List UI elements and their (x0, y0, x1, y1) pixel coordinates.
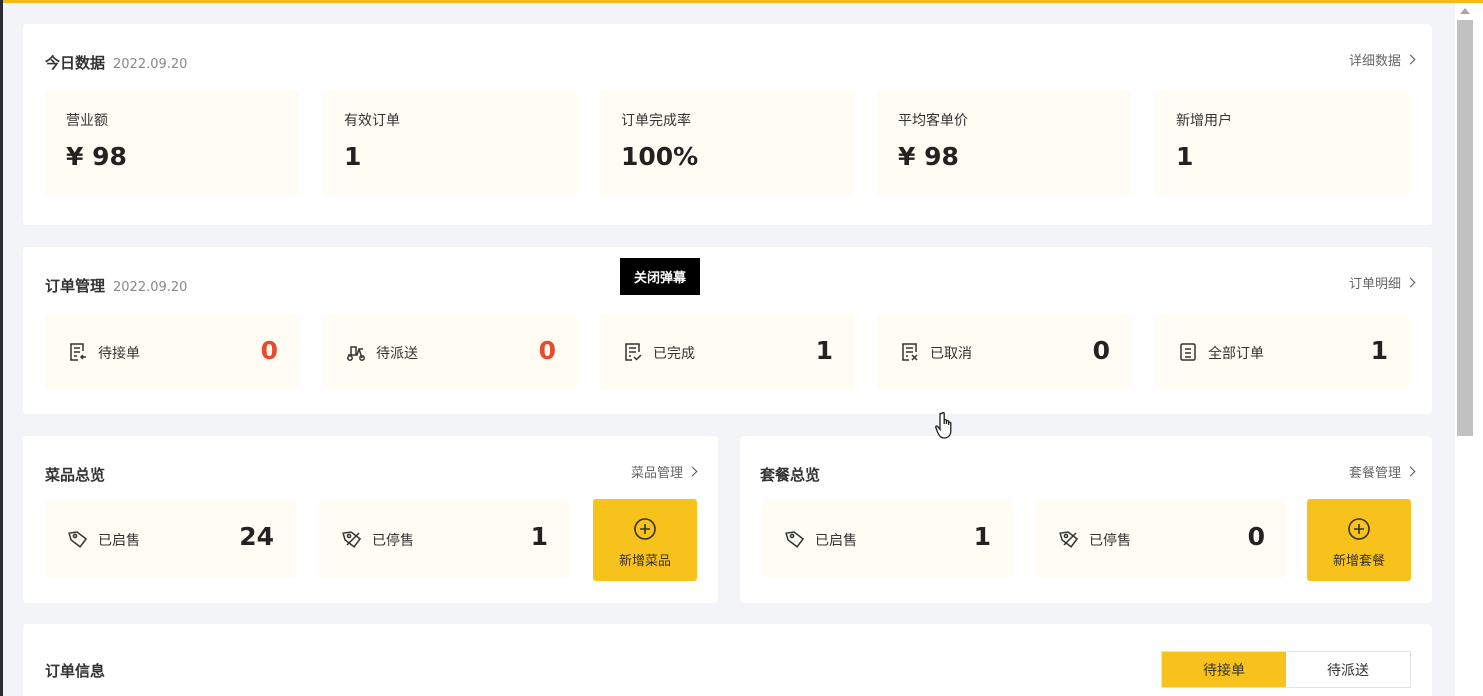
tab-pending-accept[interactable]: 待接单 (1162, 652, 1286, 687)
top-accent-bar (0, 0, 1483, 3)
add-dish-label[interactable]: 新增菜品 (593, 550, 697, 569)
order-list-icon (1180, 343, 1196, 361)
order-pending-delivery[interactable]: 待派送 0 (323, 314, 578, 390)
combo-management-link[interactable]: 套餐管理 (1349, 462, 1416, 481)
order-cancelled-icon (902, 343, 918, 361)
plus-circle-icon (634, 518, 656, 540)
order-status-count: 0 (1092, 336, 1110, 365)
stat-new-users: 新增用户 1 (1155, 90, 1409, 196)
order-title-text: 订单管理 (45, 277, 106, 295)
order-cancelled[interactable]: 已取消 0 (877, 314, 1132, 390)
tab-pending-delivery[interactable]: 待派送 (1286, 652, 1410, 687)
order-accept-icon (70, 343, 86, 361)
dish-overview-card: 菜品总览 菜品管理 已启售 24 已停售 1 新增菜品 (23, 436, 718, 603)
combo-status-count: 1 (973, 522, 991, 551)
order-completed[interactable]: 已完成 1 (600, 314, 855, 390)
stat-value: ¥ 98 (66, 142, 127, 171)
tag-icon (68, 531, 88, 548)
order-management-card: 订单管理 2022.09.20 订单明细 待接单 0 待派送 0 已完成 1 已取… (23, 247, 1432, 414)
order-status-count: 0 (260, 336, 278, 365)
chevron-right-icon (687, 466, 698, 477)
add-dish-button[interactable]: 新增菜品 (593, 499, 697, 581)
stat-completion-rate: 订单完成率 100% (600, 90, 854, 196)
combo-status-label: 已停售 (1089, 533, 1131, 549)
chevron-right-icon (1405, 466, 1416, 477)
hand-cursor-icon (935, 411, 952, 439)
dish-status-label: 已启售 (98, 533, 140, 549)
today-title-text: 今日数据 (45, 54, 106, 72)
tag-off-icon (1059, 531, 1079, 548)
stat-label: 平均客单价 (898, 113, 968, 129)
stat-label: 有效订单 (344, 113, 400, 129)
order-status-count: 1 (1370, 336, 1388, 365)
combo-management-link-text[interactable]: 套餐管理 (1349, 462, 1401, 481)
close-danmaku-tooltip[interactable]: 关闭弹幕 (620, 258, 700, 295)
dish-status-count: 1 (530, 522, 548, 551)
order-date: 2022.09.20 (113, 280, 188, 295)
order-status-count: 1 (815, 336, 833, 365)
stat-avg-price: 平均客单价 ¥ 98 (877, 90, 1131, 196)
add-combo-button[interactable]: 新增套餐 (1307, 499, 1411, 581)
today-date: 2022.09.20 (113, 57, 188, 72)
today-data-card: 今日数据 2022.09.20 详细数据 营业额 ¥ 98 有效订单 1 订单完成… (23, 24, 1432, 225)
stat-value: 1 (344, 142, 362, 171)
chevron-right-icon (1405, 54, 1416, 65)
tag-off-icon (342, 531, 362, 548)
order-detail-link[interactable]: 订单明细 (1349, 273, 1416, 292)
combo-overview-card: 套餐总览 套餐管理 已启售 1 已停售 0 新增套餐 (740, 436, 1432, 603)
dish-status-count: 24 (239, 522, 274, 551)
order-all[interactable]: 全部订单 1 (1155, 314, 1410, 390)
left-edge (0, 0, 3, 696)
order-status-label: 已完成 (653, 346, 695, 362)
combo-status-count: 0 (1247, 522, 1265, 551)
stat-valid-orders: 有效订单 1 (323, 90, 577, 196)
tag-icon (785, 531, 805, 548)
dish-management-link[interactable]: 菜品管理 (631, 462, 698, 481)
combo-overview-title: 套餐总览 (760, 466, 821, 484)
order-status-label: 全部订单 (1208, 346, 1264, 362)
add-combo-label[interactable]: 新增套餐 (1307, 550, 1411, 569)
stat-label: 营业额 (66, 113, 108, 129)
stat-label: 新增用户 (1176, 113, 1232, 129)
dish-status-label: 已停售 (372, 533, 414, 549)
order-pending-accept[interactable]: 待接单 0 (45, 314, 300, 390)
scrollbar-thumb[interactable] (1457, 20, 1473, 436)
dish-off-sale: 已停售 1 (319, 500, 570, 578)
combo-status-label: 已启售 (815, 533, 857, 549)
scroll-up-arrow-icon[interactable] (1460, 8, 1470, 14)
dish-management-link-text[interactable]: 菜品管理 (631, 462, 683, 481)
order-completed-icon (625, 343, 642, 361)
delivery-scooter-icon (347, 346, 365, 361)
combo-on-sale: 已启售 1 (762, 500, 1013, 578)
order-info-tabs: 待接单 待派送 (1161, 651, 1411, 688)
stat-value: 100% (621, 142, 699, 171)
stat-revenue: 营业额 ¥ 98 (45, 90, 299, 196)
order-status-label: 待接单 (98, 346, 140, 362)
chevron-right-icon (1405, 277, 1416, 288)
stat-label: 订单完成率 (621, 113, 691, 129)
combo-off-sale: 已停售 0 (1036, 500, 1287, 578)
today-data-title: 今日数据 2022.09.20 (45, 52, 187, 73)
stat-value: ¥ 98 (898, 142, 959, 171)
stat-value: 1 (1176, 142, 1194, 171)
dish-on-sale: 已启售 24 (45, 500, 296, 578)
detail-data-link-text[interactable]: 详细数据 (1349, 50, 1401, 69)
detail-data-link[interactable]: 详细数据 (1349, 50, 1416, 69)
order-status-label: 待派送 (376, 346, 418, 362)
plus-circle-icon (1348, 518, 1370, 540)
order-info-title: 订单信息 (45, 662, 106, 680)
order-status-label: 已取消 (930, 346, 972, 362)
dish-overview-title: 菜品总览 (45, 466, 106, 484)
order-status-count: 0 (538, 336, 556, 365)
order-management-title: 订单管理 2022.09.20 (45, 275, 187, 296)
order-detail-link-text[interactable]: 订单明细 (1349, 273, 1401, 292)
